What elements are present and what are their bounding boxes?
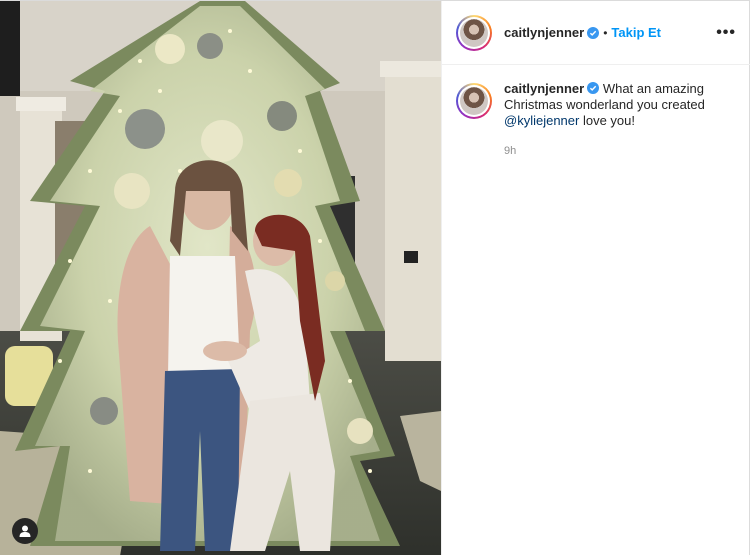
post-timestamp: 9h bbox=[504, 145, 517, 157]
caption-avatar[interactable] bbox=[456, 83, 492, 119]
verified-badge-icon bbox=[587, 82, 600, 94]
post-photo[interactable] bbox=[0, 1, 441, 555]
caption-comment: caitlynjenner What an amazing Christmas … bbox=[442, 65, 750, 159]
avatar-image bbox=[460, 87, 488, 115]
christmas-tree-photo bbox=[0, 1, 441, 555]
follow-button[interactable]: Takip Et bbox=[611, 25, 661, 40]
post-header: caitlynjenner • Takip Et ••• bbox=[442, 1, 750, 65]
separator-dot: • bbox=[603, 25, 608, 40]
mention-link[interactable]: @kyliejenner bbox=[504, 113, 579, 128]
caption-username[interactable]: caitlynjenner bbox=[504, 81, 584, 96]
verified-badge-icon bbox=[587, 26, 600, 39]
post-side-panel: caitlynjenner • Takip Et ••• caitlynjenn… bbox=[441, 1, 750, 555]
avatar[interactable] bbox=[456, 14, 492, 51]
user-tag-icon bbox=[19, 525, 31, 537]
header-username[interactable]: caitlynjenner bbox=[504, 25, 584, 40]
instagram-post: caitlynjenner • Takip Et ••• caitlynjenn… bbox=[0, 0, 750, 555]
caption-text: caitlynjenner What an amazing Christmas … bbox=[504, 81, 724, 159]
user-tag-button[interactable] bbox=[12, 518, 38, 544]
more-options-button[interactable]: ••• bbox=[716, 24, 736, 42]
caption-body-end: love you! bbox=[579, 113, 635, 128]
avatar-image bbox=[460, 18, 488, 47]
